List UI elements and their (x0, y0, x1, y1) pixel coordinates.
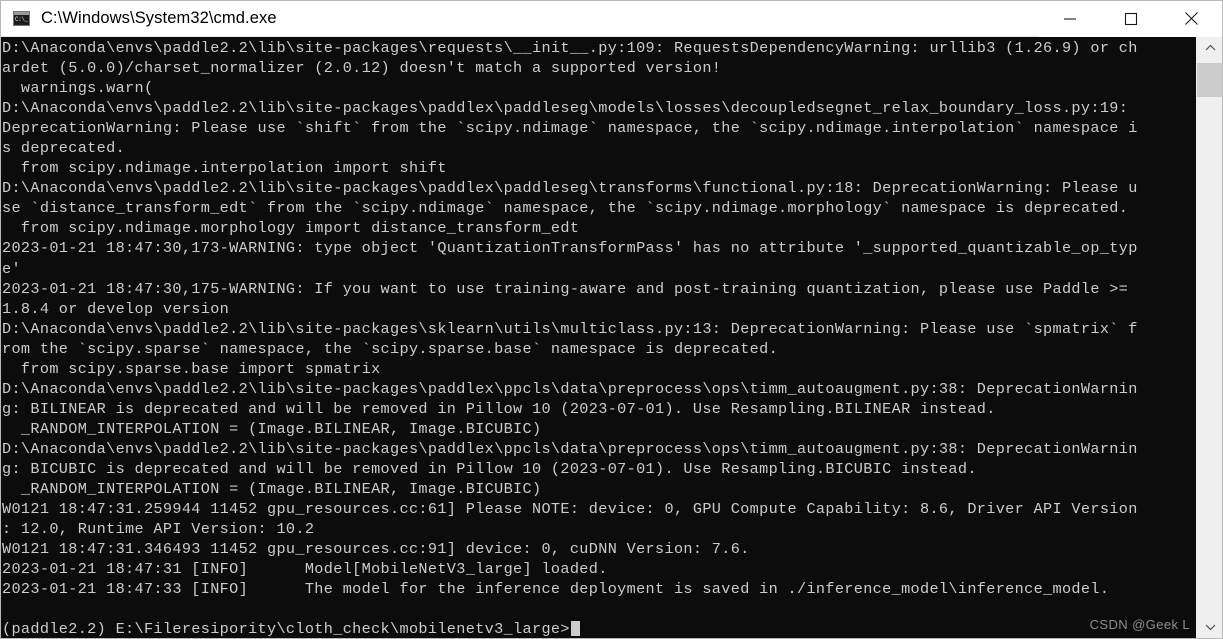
scroll-thumb[interactable] (1197, 63, 1222, 97)
window-controls (1039, 1, 1222, 37)
window-title: C:\Windows\System32\cmd.exe (41, 9, 277, 27)
console-log-lines: D:\Anaconda\envs\paddle2.2\lib\site-pack… (2, 39, 1138, 599)
title-bar[interactable]: C:\_ C:\Windows\System32\cmd.exe (1, 1, 1222, 37)
console-text: D:\Anaconda\envs\paddle2.2\lib\site-pack… (1, 37, 1196, 638)
vertical-scrollbar[interactable] (1196, 37, 1222, 638)
maximize-button[interactable] (1100, 1, 1161, 37)
cmd-window: C:\_ C:\Windows\System32\cmd.exe D:\Anac… (0, 0, 1223, 639)
console-prompt: (paddle2.2) E:\Fileresipority\cloth_chec… (2, 620, 570, 638)
cmd-icon: C:\_ (13, 11, 30, 26)
scrollbar-track[interactable] (1197, 59, 1222, 616)
console-output-area[interactable]: D:\Anaconda\envs\paddle2.2\lib\site-pack… (1, 37, 1196, 638)
cmd-icon-glyph: C:\_ (14, 15, 29, 25)
minimize-button[interactable] (1039, 1, 1100, 37)
scroll-down-arrow-icon[interactable] (1197, 616, 1222, 638)
scroll-up-arrow-icon[interactable] (1197, 37, 1222, 59)
text-cursor (570, 621, 580, 637)
close-button[interactable] (1161, 1, 1222, 37)
